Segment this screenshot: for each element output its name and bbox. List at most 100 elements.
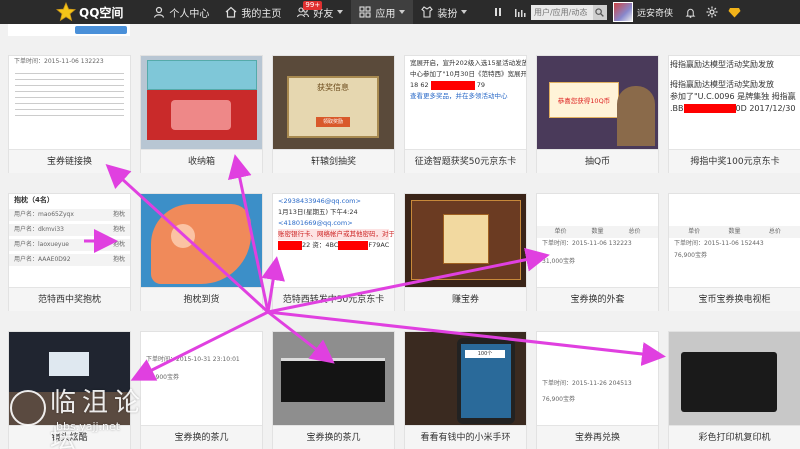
username: AAAE0D92 [38,256,71,263]
watermark: 临沮论坛 bbs.yajj.net [10,380,170,449]
card-caption[interactable]: 范特西转发中50元京东卡 [273,287,394,311]
notice-line: 79 [476,81,486,89]
coupon-value: 76,900宝券 [542,396,575,403]
top-blue-button[interactable] [75,26,127,34]
card-caption[interactable]: 宝券再兑换 [537,425,658,449]
star-icon [56,2,76,22]
thumbnail [669,332,800,425]
card-caption[interactable]: 轩辕剑抽奖 [273,149,394,173]
nav-dress-up[interactable]: 装扮 [413,0,475,24]
album-card-9[interactable]: 赚宝券 [404,193,527,311]
search-button[interactable] [592,4,607,20]
card-caption[interactable]: 宝券换的外套 [537,287,658,311]
thumbnail: 100个 [405,332,526,425]
album-card-15[interactable]: 100个 看看有钱中的小米手环 [404,331,527,449]
thumbnail [405,194,526,287]
email-warning: 账密银行卡、网络帐户或其他密码，对于保证安全的 [278,229,394,240]
user-label: 用户名： [14,226,39,233]
search-icon [595,7,605,17]
nav-label: 装扮 [437,8,458,20]
album-card-7[interactable]: 抱枕到货 [140,193,263,311]
thumbnail: 下单时间：2015-11-06 132223 [9,56,130,149]
order-price: 31,000宝券 [542,258,575,265]
nav-label: 应用 [375,8,396,20]
thumbnail: 恭喜您获得10Q币 [537,56,658,149]
album-card-10[interactable]: 单价 数量 总价 下单时间：2015-11-06 132223 31,000宝券 宝… [536,193,659,311]
order-time: 下单时间：2015-10-31 23:10:01 [146,356,240,363]
email-line: <2938433946@qq.com> [278,197,361,205]
pause-icon[interactable] [490,4,506,20]
card-caption[interactable]: 收纳箱 [141,149,262,173]
watermark-title: 临沮论坛 [50,388,147,449]
album-card-14[interactable]: 宝券换的茶几 [272,331,395,449]
thumbnail: 单价 数量 总价 下单时间：2015-11-06 152443 76,900宝券 [669,194,800,287]
card-caption[interactable]: 范特西中奖抱枕 [9,287,130,311]
hug-title: 抱枕（4名） [14,196,54,204]
album-card-11[interactable]: 单价 数量 总价 下单时间：2015-11-06 152443 76,900宝券 宝… [668,193,800,311]
popup-button: 领取奖励 [316,117,350,127]
thumb-text: 宽展开启，宣升202级入选15星活动发放 中心参加了"10月30日《范特西》宽展… [405,56,526,104]
album-card-17[interactable]: 彩色打印机复印机 [668,331,800,449]
card-caption[interactable]: 彩色打印机复印机 [669,425,800,449]
album-card-4[interactable]: 恭喜您获得10Q币 抽Q币 [536,55,659,173]
email-line: <41801669@qq.com> [278,219,353,227]
album-card-3[interactable]: 宽展开启，宣升202级入选15星活动发放 中心参加了"10月30日《范特西》宽展… [404,55,527,173]
card-caption[interactable]: 宝券链接换 [9,149,130,173]
chevron-down-icon [337,10,344,14]
nav-apps[interactable]: 应用 [351,0,414,24]
coupon-value: 76,900宝券 [674,252,707,259]
card-caption[interactable]: 看看有钱中的小米手环 [405,425,526,449]
diamond-vip-icon[interactable] [726,4,742,20]
card-caption[interactable]: 拇指中奖100元京东卡 [669,149,800,173]
album-card-16[interactable]: 下单时间：2015-11-26 204513 76,900宝券 宝券再兑换 [536,331,659,449]
album-card-5[interactable]: 拇指中奖100元京东卡 [668,55,800,173]
search-input[interactable] [530,4,593,20]
col-header: 数量 [591,228,604,235]
thumbnail: 下单时间：2015-11-26 204513 76,900宝券 [537,332,658,425]
person-icon [154,6,165,18]
topbar-right: 远安奇侠 [487,0,800,24]
popup-text: 恭喜您获得10Q币 [557,97,611,105]
thumbnail: 抱枕（4名） 用户名：mao65Zyqx 抱枕 用户名：dkmvi33 抱枕 用户名… [9,194,130,287]
album-card-8[interactable]: <2938433946@qq.com> 1月13日(星期五) 下午4:24 <4… [272,193,395,311]
nav-my-homepage[interactable]: 我的主页 [217,0,289,24]
prize-label: 抱枕 [112,241,125,248]
card-caption[interactable]: 赚宝券 [405,287,526,311]
notice-line: 18 62 [410,81,429,89]
watermark-url: bbs.yajj.net [56,420,121,433]
qzone-logo[interactable]: QQ空间 [56,0,123,24]
prize-label: 抱枕 [112,256,125,263]
popup-title: 获奖信息 [317,83,349,92]
thumbnail: 宽展开启，宣升202级入选15星活动发放 中心参加了"10月30日《范特西》宽展… [405,56,526,149]
prize-label: 抱枕 [112,226,125,233]
brand-name: QQ空间 [79,5,124,20]
notice-link: 查看更多奖品，并在多领活动中心 [410,92,508,100]
album-card-0[interactable]: 下单时间：2015-11-06 132223 宝券链接换 [8,55,131,173]
col-header: 单价 [688,228,701,235]
order-time: 下单时间：2015-11-06 132223 [14,58,104,65]
chevron-down-icon [399,10,406,14]
card-caption[interactable]: 宝券换的茶几 [273,425,394,449]
seal-icon [10,390,46,426]
music-bars-icon[interactable] [512,4,528,20]
gear-icon[interactable] [704,4,720,20]
username[interactable]: 远安奇侠 [637,6,673,19]
album-card-6[interactable]: 抱枕（4名） 用户名：mao65Zyqx 抱枕 用户名：dkmvi33 抱枕 用户名… [8,193,131,311]
bell-icon[interactable] [682,4,698,20]
card-caption[interactable]: 征途智题获奖50元京东卡 [405,149,526,173]
card-caption[interactable]: 抱枕到货 [141,287,262,311]
avatar[interactable] [612,2,633,22]
notice-line: 中心参加了"10月30日《范特西》宽展开启 [410,70,526,78]
album-card-1[interactable]: 收纳箱 [140,55,263,173]
card-caption[interactable]: 宝币宝券换电视柜 [669,287,800,311]
thumbnail: 获奖信息 领取奖励 [273,56,394,149]
user-label: 用户名： [14,211,39,218]
top-navigation-bar: QQ空间 个人中心 我的主页 99+ 好友 应用 装扮 远安奇侠 [0,0,800,24]
nav-personal-center[interactable]: 个人中心 [145,0,217,24]
col-header: 总价 [768,228,781,235]
nav-friends[interactable]: 99+ 好友 [289,0,351,24]
friends-badge: 99+ [303,1,323,10]
card-caption[interactable]: 抽Q币 [537,149,658,173]
album-card-2[interactable]: 获奖信息 领取奖励 轩辕剑抽奖 [272,55,395,173]
username: laoxueyue [38,241,69,248]
